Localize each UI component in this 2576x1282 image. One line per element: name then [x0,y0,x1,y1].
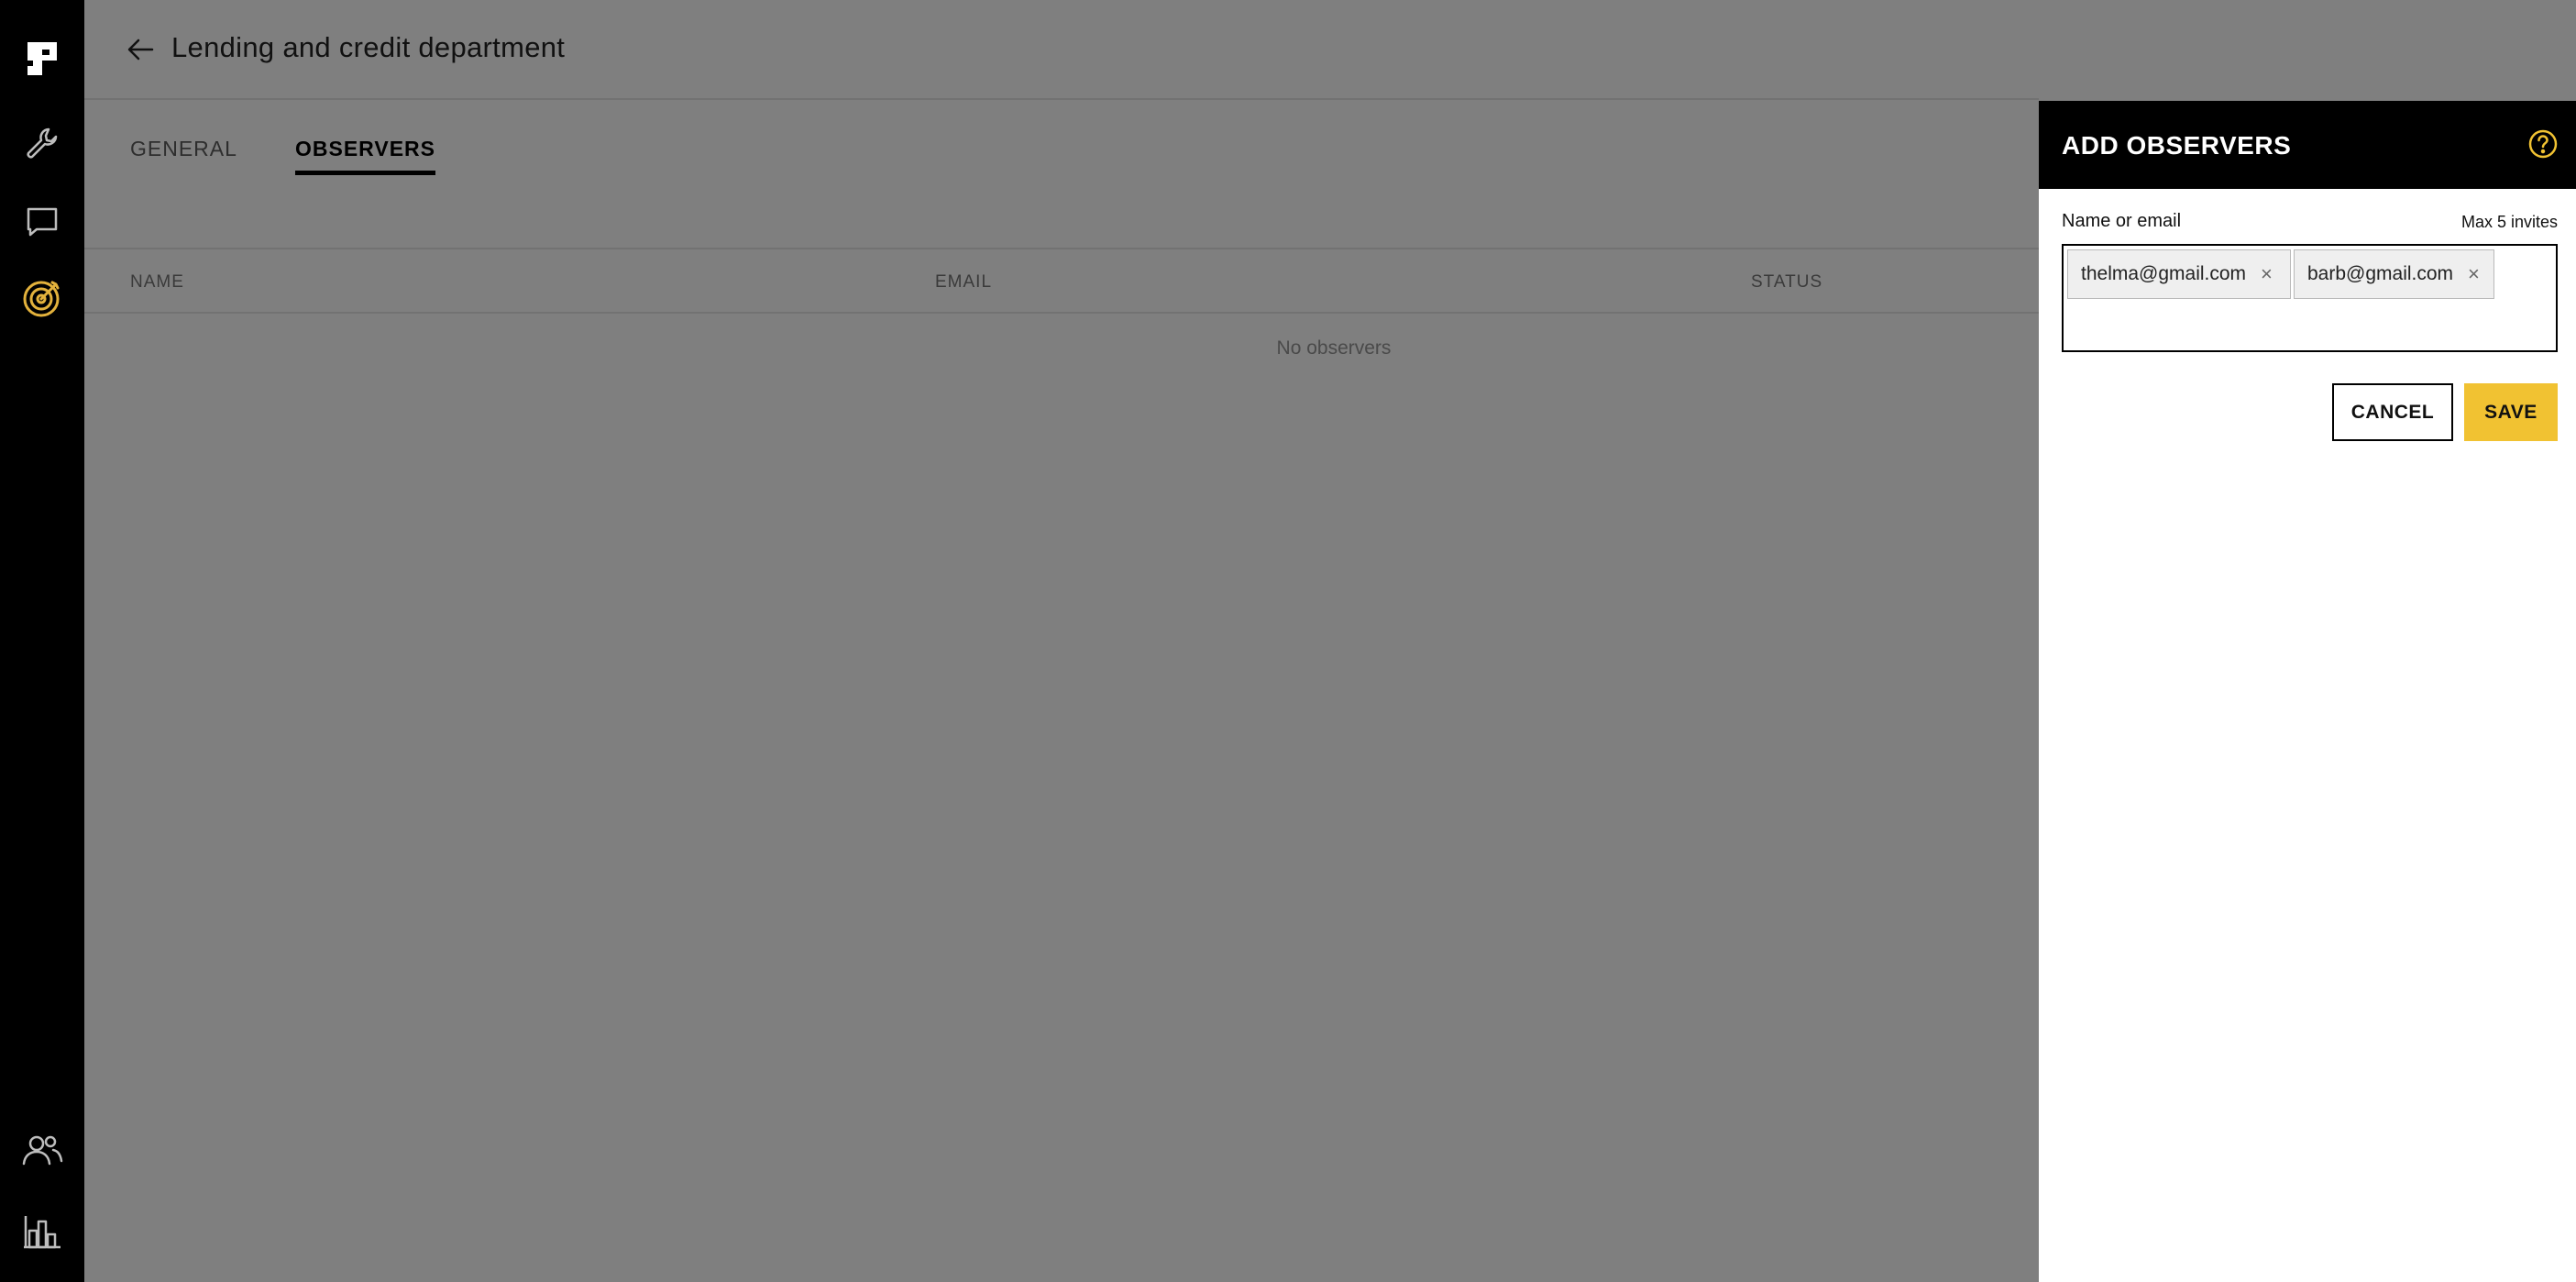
people-icon[interactable] [0,1133,84,1169]
remove-tag-icon[interactable]: × [2261,264,2273,284]
target-icon[interactable] [0,277,84,319]
name-or-email-label: Name or email [2062,211,2182,231]
column-header-name[interactable]: NAME [130,272,184,293]
tab-observers[interactable]: OBSERVERS [295,137,436,175]
invite-tag-input[interactable]: thelma@gmail.com × barb@gmail.com × [2062,244,2558,352]
page-header: Lending and credit department [84,0,2039,100]
column-header-email[interactable]: EMAIL [935,272,992,293]
chat-icon[interactable] [0,204,84,240]
logo-icon[interactable] [0,40,84,77]
table-header: NAME EMAIL STATUS [84,249,2039,314]
tab-general[interactable]: GENERAL [130,137,237,171]
invite-tag-label: barb@gmail.com [2307,263,2454,284]
invite-text-entry[interactable] [2069,304,2550,345]
invite-tag-label: thelma@gmail.com [2081,263,2247,284]
help-icon[interactable] [2527,128,2559,160]
sidebar [0,0,84,1282]
page-title: Lending and credit department [171,31,566,63]
back-arrow-icon[interactable] [125,33,158,66]
tab-bar: GENERAL OBSERVERS [84,100,2039,249]
main-content: Lending and credit department GENERAL OB… [84,0,2039,1282]
panel-title: ADD OBSERVERS [2062,131,2292,160]
invite-tag: thelma@gmail.com × [2067,249,2291,299]
max-invites-hint: Max 5 invites [2460,213,2558,231]
column-header-status[interactable]: STATUS [1751,272,1822,293]
wrench-icon[interactable] [0,125,84,163]
panel-header: ADD OBSERVERS [2039,101,2576,189]
save-button[interactable]: SAVE [2464,383,2558,441]
cancel-button[interactable]: CANCEL [2332,383,2453,441]
invite-tag: barb@gmail.com × [2294,249,2494,299]
remove-tag-icon[interactable]: × [2468,264,2480,284]
add-observers-panel: ADD OBSERVERS Name or email Max 5 invite… [2039,101,2576,1282]
bar-chart-icon[interactable] [0,1212,84,1249]
